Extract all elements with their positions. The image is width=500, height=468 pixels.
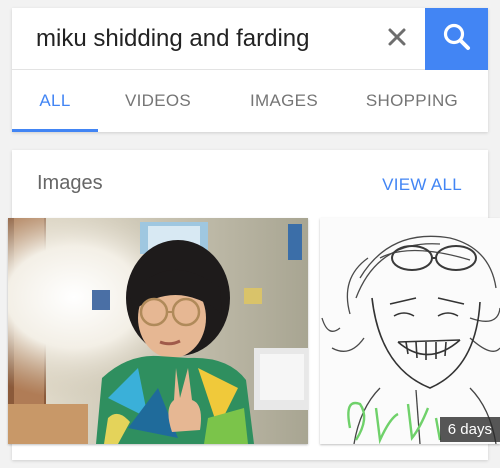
sketch-thumbnail <box>320 218 500 444</box>
search-bar <box>12 8 488 70</box>
tab-label: SHOPPING <box>365 91 459 110</box>
tab-all[interactable]: ALL <box>12 70 98 132</box>
search-card: ALL VIDEOS IMAGES SHOPPING <box>12 8 488 132</box>
active-tab-indicator <box>12 129 98 132</box>
search-input[interactable] <box>36 8 366 70</box>
search-tabs: ALL VIDEOS IMAGES SHOPPING <box>12 70 488 132</box>
image-result[interactable]: 6 days <box>320 218 500 444</box>
tab-shopping[interactable]: SHOPPING <box>350 70 474 132</box>
image-age-badge: 6 days <box>439 417 500 442</box>
photo-thumbnail <box>8 218 308 444</box>
search-button[interactable] <box>425 8 488 70</box>
clear-button[interactable] <box>378 20 416 58</box>
tab-label: VIDEOS <box>124 91 192 110</box>
tab-videos[interactable]: VIDEOS <box>108 70 208 132</box>
image-result[interactable] <box>8 218 308 444</box>
search-icon <box>442 22 472 57</box>
section-title: Images <box>37 172 103 194</box>
tab-label: IMAGES <box>250 91 318 110</box>
tab-images[interactable]: IMAGES <box>226 70 342 132</box>
tab-label: ALL <box>39 91 71 110</box>
view-all-link[interactable]: VIEW ALL <box>382 175 462 195</box>
close-icon <box>387 27 407 52</box>
